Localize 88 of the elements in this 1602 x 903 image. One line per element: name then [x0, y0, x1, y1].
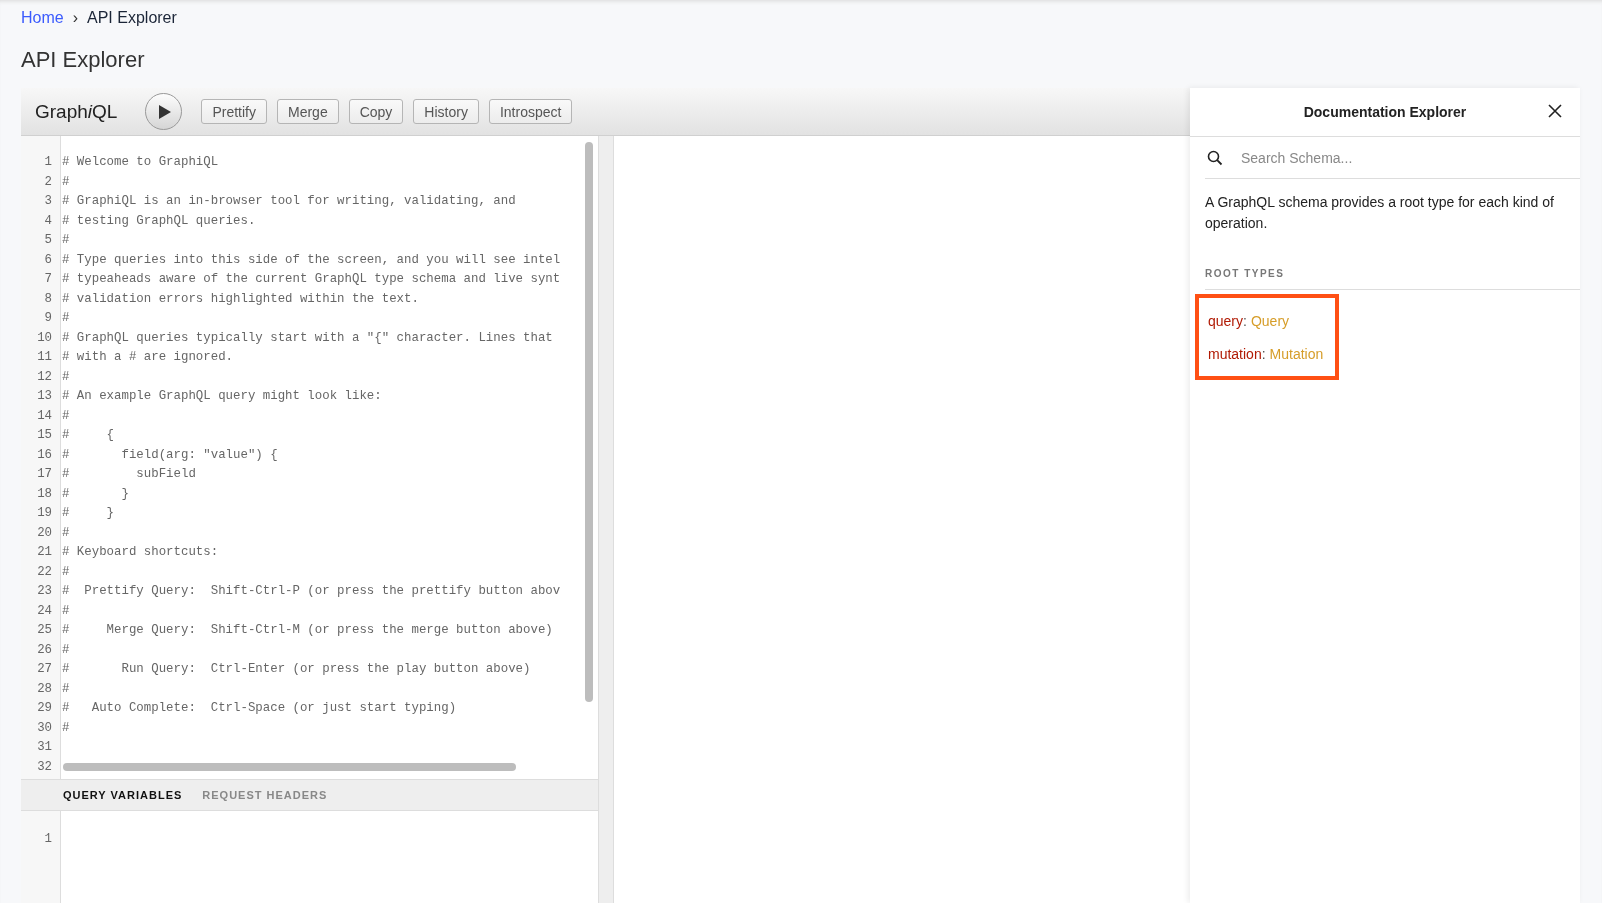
line-number: 18	[36, 485, 52, 503]
code-line: # Prettify Query: Shift-Ctrl-P (or press the prettify button abov	[62, 583, 561, 600]
close-button[interactable]	[1548, 104, 1562, 118]
line-number: 25	[36, 622, 52, 639]
line-number: 26	[36, 641, 52, 659]
line-number: 24	[36, 602, 52, 620]
docs-description: A GraphQL schema provides a root type for each kind of operation.	[1205, 193, 1555, 233]
code-line: #	[62, 641, 70, 659]
line-number: 27	[36, 661, 52, 678]
line-number: 16	[36, 446, 52, 464]
code-line: # }	[62, 485, 129, 503]
line-number: 8	[43, 290, 52, 308]
toolbar-button[interactable]: Copy	[348, 99, 404, 124]
toolbar-button[interactable]: Merge	[277, 99, 339, 124]
line-number: 31	[36, 739, 52, 756]
breadcrumb-current: API Explorer	[87, 9, 177, 27]
code-line: # An example GraphQL query might look like:	[62, 388, 382, 405]
line-number: 21	[36, 544, 52, 561]
horizontal-scrollbar[interactable]	[63, 763, 516, 771]
line-number: 10	[36, 329, 52, 347]
toolbar-button[interactable]: History	[413, 99, 479, 124]
code-line: # GraphQL queries typically start with a "{" character. Lines that	[62, 329, 553, 347]
code-line: # {	[62, 427, 115, 444]
line-number: 3	[43, 193, 52, 210]
code-line: #	[62, 310, 70, 327]
breadcrumb-separator: ›	[72, 9, 78, 27]
code-line: #	[62, 524, 70, 542]
field-link[interactable]: mutation	[1208, 346, 1262, 362]
code-line: #	[62, 407, 70, 425]
line-number: 28	[36, 680, 52, 698]
code-line: # Keyboard shortcuts:	[62, 544, 219, 561]
code-line: # testing GraphQL queries.	[62, 212, 256, 230]
line-number: 9	[43, 310, 52, 327]
section-label: ROOT TYPES	[1205, 268, 1580, 290]
code-line: #	[62, 719, 70, 737]
code-line: # }	[62, 505, 115, 522]
close-icon	[1548, 104, 1562, 118]
code-line: # Merge Query: Shift-Ctrl-M (or press the merge button above)	[62, 622, 553, 639]
search-field[interactable]: Search Schema...	[1239, 148, 1580, 167]
vertical-scrollbar[interactable]	[585, 142, 593, 702]
line-number: 20	[36, 524, 52, 542]
play-button[interactable]	[145, 93, 183, 130]
code-line: # Auto Complete: Ctrl-Space (or just start typing)	[62, 700, 457, 717]
logo: GraphiQL	[35, 100, 118, 123]
line-number: 32	[36, 758, 52, 776]
code-line: # typeaheads aware of the current GraphQL type schema and live synt	[62, 271, 561, 288]
code-line: #	[62, 563, 70, 581]
line-number: 17	[36, 466, 52, 483]
code-line: # subField	[62, 466, 196, 483]
play-icon	[158, 103, 173, 120]
code-line: # with a # are ignored.	[62, 349, 234, 366]
line-number: 13	[36, 388, 52, 405]
code-line: # Run Query: Ctrl-Enter (or press the play button above)	[62, 661, 531, 678]
line-number: 15	[36, 427, 52, 444]
toolbar-button[interactable]: Introspect	[488, 99, 573, 124]
code-line: #	[62, 173, 70, 191]
line-number: 30	[36, 719, 52, 737]
line-number: 1	[43, 831, 52, 848]
code-line: # validation errors highlighted within the text.	[62, 290, 419, 308]
line-number: 5	[43, 232, 52, 249]
line-number: 7	[43, 271, 52, 288]
code-line: #	[62, 602, 70, 620]
line-number: 1	[43, 154, 52, 171]
line-number: 6	[43, 251, 52, 269]
breadcrumb-link[interactable]: Home	[21, 9, 64, 27]
code-line: #	[62, 680, 70, 698]
editor-tab[interactable]: QUERY VARIABLES	[63, 789, 183, 801]
line-number: 12	[36, 368, 52, 386]
docs-title: Documentation Explorer	[1303, 104, 1467, 120]
line-number: 22	[36, 563, 52, 581]
code-line: # Welcome to GraphiQL	[62, 154, 219, 171]
code-line: # Type queries into this side of the screen, and you will see intel	[62, 251, 561, 269]
colon: :	[1261, 346, 1266, 362]
page-title: API Explorer	[21, 46, 146, 74]
search-icon	[1207, 149, 1223, 166]
line-number: 19	[36, 505, 52, 522]
line-number: 2	[43, 173, 52, 191]
code-line: # field(arg: "value") {	[62, 446, 278, 464]
code-line: #	[62, 368, 70, 386]
toolbar-button[interactable]: Prettify	[201, 99, 267, 124]
line-number: 23	[36, 583, 52, 600]
colon: :	[1243, 313, 1247, 329]
code-line: #	[62, 232, 70, 249]
code-line: # GraphiQL is an in-browser tool for writing, validating, and	[62, 193, 516, 210]
line-number: 14	[36, 407, 52, 425]
line-number: 4	[43, 212, 52, 230]
line-number: 11	[36, 349, 52, 366]
line-number: 29	[36, 700, 52, 717]
